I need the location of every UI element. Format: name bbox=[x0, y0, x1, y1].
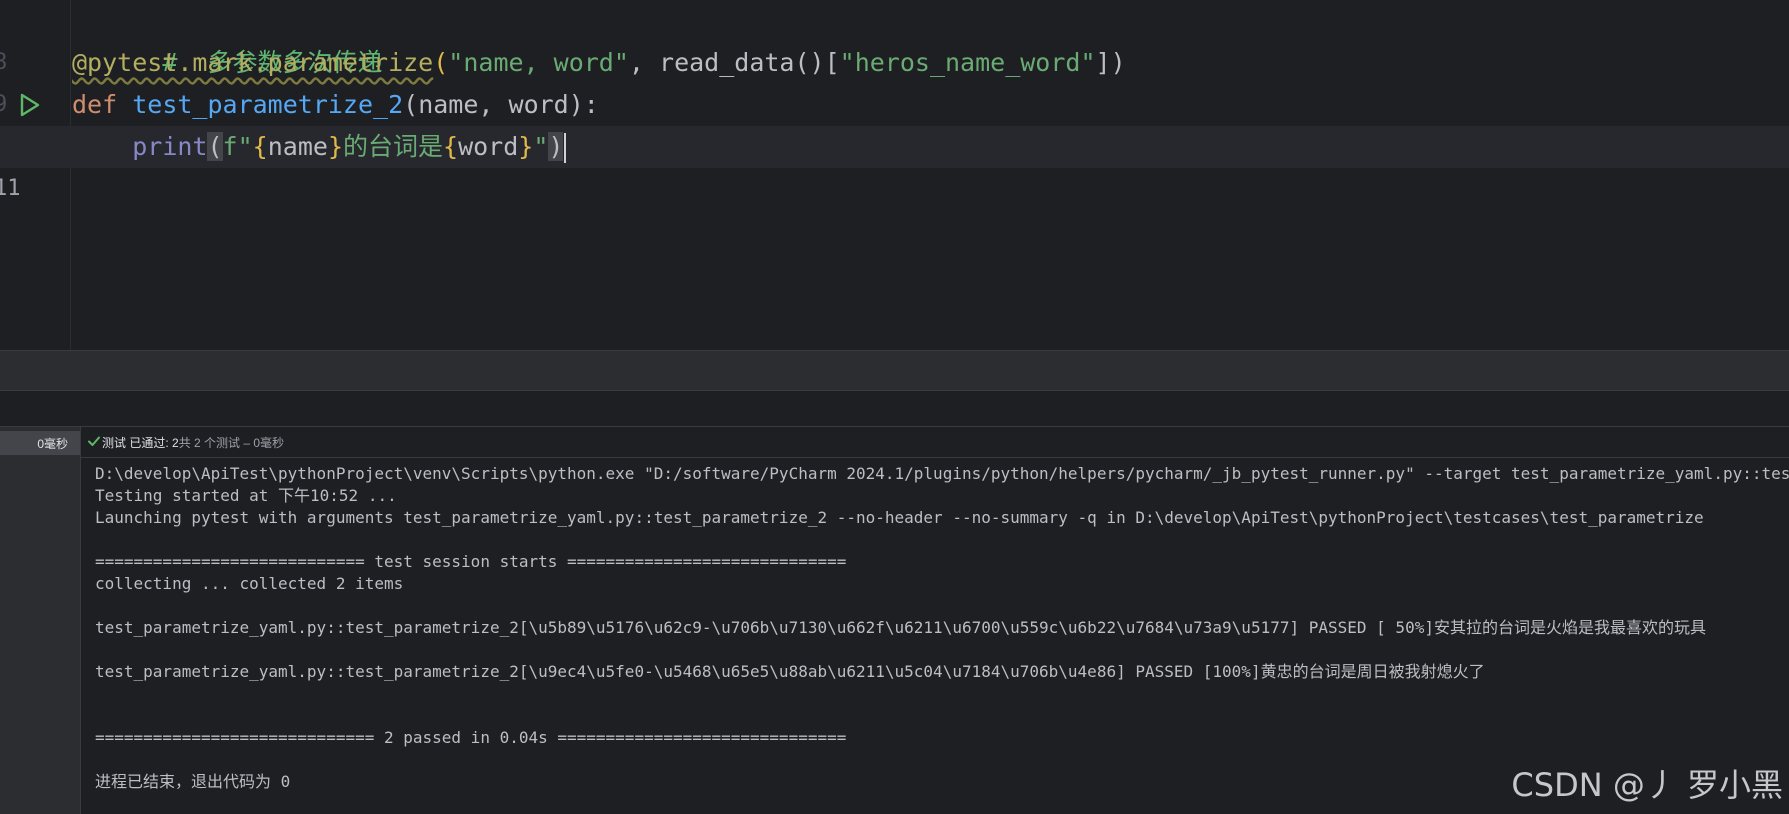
code-line-9[interactable]: 9 @pytest.mark.parametrize("name, word",… bbox=[0, 42, 1789, 117]
test-tree-root-row[interactable]: 0毫秒 bbox=[0, 431, 80, 455]
line-number: 11 bbox=[0, 176, 21, 201]
code-plain: ]) bbox=[1095, 48, 1126, 77]
run-tool-window: 0毫秒 测试 已通过: 2共 2 个测试 – 0毫秒 D:\develop\Ap… bbox=[0, 426, 1789, 814]
code-variable: word bbox=[458, 132, 519, 161]
code-variable: name bbox=[267, 132, 328, 161]
console-line: ============================= 2 passed i… bbox=[95, 728, 847, 747]
tool-window-toolbar bbox=[0, 390, 1789, 427]
code-params: (name, word): bbox=[403, 90, 599, 119]
code-string: " bbox=[533, 132, 549, 161]
test-status-detail: 共 2 个测试 – 0毫秒 bbox=[178, 436, 285, 450]
code-line-8[interactable]: 8 # 多参数多次传递 bbox=[0, 0, 1789, 77]
code-brace: { bbox=[443, 132, 459, 161]
text-caret bbox=[564, 133, 567, 163]
code-line-10[interactable]: 10 def test_parametrize_2(name, word): bbox=[0, 84, 1789, 159]
test-status-label: 测试 已通过: 2 bbox=[102, 436, 179, 450]
code-string: f" bbox=[222, 132, 253, 161]
code-line-11[interactable]: 11 print(f"{name}的台词是{word}") bbox=[0, 126, 1789, 201]
console-line: collecting ... collected 2 items bbox=[95, 574, 404, 593]
console-line: test_parametrize_yaml.py::test_parametri… bbox=[95, 618, 1706, 637]
code-function-name: test_parametrize_2 bbox=[132, 90, 404, 119]
code-paren: ( bbox=[207, 132, 223, 161]
test-tree[interactable]: 0毫秒 bbox=[0, 427, 81, 814]
test-duration: 0毫秒 bbox=[37, 437, 68, 451]
console-line: D:\develop\ApiTest\pythonProject\venv\Sc… bbox=[95, 464, 1789, 483]
run-test-icon[interactable] bbox=[16, 92, 42, 118]
code-editor[interactable]: 8 # 多参数多次传递 9 @pytest.mark.parametrize("… bbox=[0, 0, 1789, 350]
console-output[interactable]: D:\develop\ApiTest\pythonProject\venv\Sc… bbox=[95, 463, 1789, 793]
code-string: "heros_name_word" bbox=[839, 48, 1096, 77]
code-keyword: def bbox=[72, 90, 118, 119]
editor-bottom-bar bbox=[0, 350, 1789, 391]
csdn-watermark: CSDN @丿 罗小黑 bbox=[1511, 766, 1783, 804]
console-line: Testing started at 下午10:52 ... bbox=[95, 486, 397, 505]
console-line: ============================ test sessio… bbox=[95, 552, 847, 571]
console-line: test_parametrize_yaml.py::test_parametri… bbox=[95, 662, 1485, 681]
code-string: 的台词是 bbox=[343, 132, 444, 161]
code-decorator: @pytest.mark.parametrize bbox=[72, 48, 434, 77]
code-paren: ) bbox=[548, 132, 564, 161]
code-brace: { bbox=[252, 132, 268, 161]
code-paren: ( bbox=[433, 48, 449, 77]
code-string: "name, word" bbox=[448, 48, 629, 77]
code-brace: } bbox=[327, 132, 343, 161]
code-brace: } bbox=[518, 132, 534, 161]
code-plain: , read_data()[ bbox=[628, 48, 840, 77]
test-status-bar: 测试 已通过: 2共 2 个测试 – 0毫秒 bbox=[80, 427, 1789, 458]
console-line: Launching pytest with arguments test_par… bbox=[95, 508, 1704, 527]
check-icon bbox=[88, 436, 100, 446]
code-builtin: print bbox=[132, 132, 208, 161]
test-status-text: 测试 已通过: 2共 2 个测试 – 0毫秒 bbox=[102, 434, 284, 451]
